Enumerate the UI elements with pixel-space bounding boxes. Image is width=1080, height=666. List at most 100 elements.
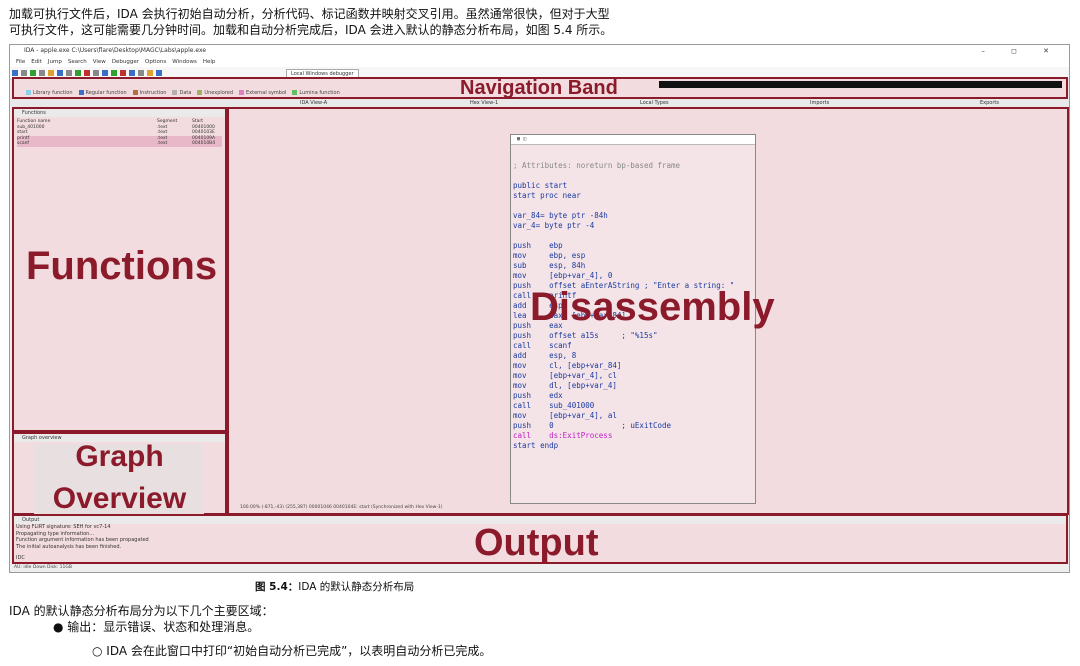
legend-label: External symbol <box>246 90 287 96</box>
toolbar-tool-icon[interactable] <box>39 70 45 76</box>
code-line[interactable] <box>513 201 734 211</box>
menu-item-edit[interactable]: Edit <box>31 59 42 65</box>
bullet-output: ● 输出：显示错误、状态和处理消息。 <box>53 620 260 634</box>
navigation-strip[interactable] <box>659 81 1062 88</box>
menu-item-options[interactable]: Options <box>145 59 166 65</box>
output-label: Output <box>474 522 599 564</box>
menu-item-file[interactable]: File <box>16 59 25 65</box>
code-line[interactable]: start proc near <box>513 191 734 201</box>
legend-swatch <box>132 90 138 95</box>
function-start: 004010B4 <box>192 141 216 146</box>
code-line[interactable]: call scanf <box>513 341 734 351</box>
menu-item-view[interactable]: View <box>93 59 106 65</box>
toolbar-tool-icon[interactable] <box>129 70 135 76</box>
tab-ida-view-a[interactable]: IDA View-A <box>300 99 327 107</box>
code-line[interactable]: sub esp, 84h <box>513 261 734 271</box>
functions-panel: Functions Function name Segment Start sub_4… <box>12 107 227 432</box>
code-line[interactable] <box>513 171 734 181</box>
toolbar-tool-icon[interactable] <box>84 70 90 76</box>
function-row[interactable]: scanf .text 004010B4 <box>17 141 222 147</box>
functions-panel-title: Functions <box>22 110 46 116</box>
navigation-band-label: Navigation Band <box>460 77 618 99</box>
menu-item-help[interactable]: Help <box>203 59 216 65</box>
window-titlebar: IDA - apple.exe C:\Users\flare\Desktop\M… <box>10 45 1069 57</box>
tab-exports[interactable]: Exports <box>980 99 999 107</box>
menu-item-jump[interactable]: Jump <box>48 59 62 65</box>
code-line[interactable]: call ds:ExitProcess <box>513 431 734 441</box>
toolbar-tool-icon[interactable] <box>21 70 27 76</box>
figure-caption: 图 5.4：IDA 的默认静态分析布局 <box>255 579 414 594</box>
menu-item-windows[interactable]: Windows <box>172 59 197 65</box>
legend: Library function Regular function Instruct… <box>20 89 340 97</box>
toolbar-tool-icon[interactable] <box>102 70 108 76</box>
code-line[interactable]: ; Attributes: noreturn bp-based frame <box>513 161 734 171</box>
code-line[interactable]: public start <box>513 181 734 191</box>
code-line[interactable]: mov cl, [ebp+var_84] <box>513 361 734 371</box>
code-line[interactable]: mov [ebp+var_4], al <box>513 411 734 421</box>
disassembly-label: Disassembly <box>530 285 775 329</box>
code-line[interactable]: mov dl, [ebp+var_4] <box>513 381 734 391</box>
code-line[interactable]: start endp <box>513 441 734 451</box>
legend-swatch <box>197 90 203 95</box>
code-line[interactable]: mov ebp, esp <box>513 251 734 261</box>
code-line[interactable]: mov [ebp+var_4], cl <box>513 371 734 381</box>
legend-label: Lumina function <box>299 90 340 96</box>
functions-label: Functions <box>26 244 218 288</box>
code-line[interactable]: push offset a15s ; "%15s" <box>513 331 734 341</box>
graph-overview-label: Graph Overview <box>52 440 187 515</box>
code-line[interactable]: var_84= byte ptr -84h <box>513 211 734 221</box>
output-log: Using FLIRT signature: SEH for vc7-14 Pro… <box>16 524 149 550</box>
legend-swatch <box>239 90 245 95</box>
output-panel: Output Using FLIRT signature: SEH for vc… <box>12 514 1068 564</box>
code-line[interactable]: var_4= byte ptr -4 <box>513 221 734 231</box>
menu-item-search[interactable]: Search <box>68 59 87 65</box>
tab-hex-view-1[interactable]: Hex View-1 <box>470 99 498 107</box>
code-line[interactable]: call sub_401000 <box>513 401 734 411</box>
intro-line-1: 加载可执行文件后，IDA 会执行初始自动分析，分析代码、标记函数并映射交叉引用。… <box>9 7 610 21</box>
code-line[interactable] <box>513 231 734 241</box>
toolbar-tool-icon[interactable] <box>111 70 117 76</box>
code-line[interactable]: push ebp <box>513 241 734 251</box>
tab-local-types[interactable]: Local Types <box>640 99 669 107</box>
output-prompt[interactable]: IDC <box>16 555 25 561</box>
output-line: Function argument information has been p… <box>16 537 149 543</box>
toolbar-tool-icon[interactable] <box>30 70 36 76</box>
toolbar-tool-icon[interactable] <box>57 70 63 76</box>
toolbar-tool-icon[interactable] <box>138 70 144 76</box>
toolbar-tool-icon[interactable] <box>48 70 54 76</box>
toolbar-tool-icon[interactable] <box>66 70 72 76</box>
toolbar-tool-icon[interactable] <box>120 70 126 76</box>
view-tabs: IDA View-A Hex View-1 Local Types Imports Ex… <box>10 99 1069 107</box>
legend-swatch <box>78 90 84 95</box>
tab-imports[interactable]: Imports <box>810 99 829 107</box>
toolbar-tool-icon[interactable] <box>75 70 81 76</box>
code-line[interactable]: add esp, 8 <box>513 351 734 361</box>
output-panel-title: Output <box>22 517 40 523</box>
caption-text: IDA 的默认静态分析布局 <box>298 581 415 593</box>
code-line[interactable]: mov [ebp+var_4], 0 <box>513 271 734 281</box>
code-line[interactable]: push edx <box>513 391 734 401</box>
output-line: The initial autoanalysis has been finish… <box>16 543 122 550</box>
window-controls[interactable]: – ◻ ✕ <box>981 45 1061 57</box>
code-line[interactable]: push 0 ; uExitCode <box>513 421 734 431</box>
legend-label: Unexplored <box>204 90 234 96</box>
legend-label: Instruction <box>139 90 167 96</box>
toolbar-tool-icon[interactable] <box>147 70 153 76</box>
menu-item-debugger[interactable]: Debugger <box>112 59 139 65</box>
toolbar-tool-icon[interactable] <box>12 70 18 76</box>
toolbar-tool-icon[interactable] <box>156 70 162 76</box>
toolbar-tool-icon[interactable] <box>93 70 99 76</box>
window-title: IDA - apple.exe C:\Users\flare\Desktop\M… <box>24 47 207 54</box>
functions-table: Function name Segment Start sub_401000 .text… <box>17 119 222 147</box>
legend-swatch <box>292 90 298 95</box>
legend-label: Regular function <box>85 90 127 96</box>
status-text: AU: idle Down Disk: 11GB <box>14 565 72 570</box>
disassembly-status: 100.00% (-871,-43) (255,387) 00001046 00… <box>240 505 443 510</box>
ida-screenshot: IDA - apple.exe C:\Users\flare\Desktop\M… <box>9 44 1070 573</box>
graph-overview-panel: Graph overview Graph Overview <box>12 432 227 515</box>
code-block-header: ▦ ◫ <box>511 135 755 145</box>
navigation-band[interactable]: Library function Regular function Instruct… <box>12 77 1068 99</box>
function-segment: .text <box>157 141 168 146</box>
sub-bullet: ○ IDA 会在此窗口中打印“初始自动分析已完成”，以表明自动分析已完成。 <box>92 644 492 658</box>
legend-swatch <box>26 90 31 95</box>
